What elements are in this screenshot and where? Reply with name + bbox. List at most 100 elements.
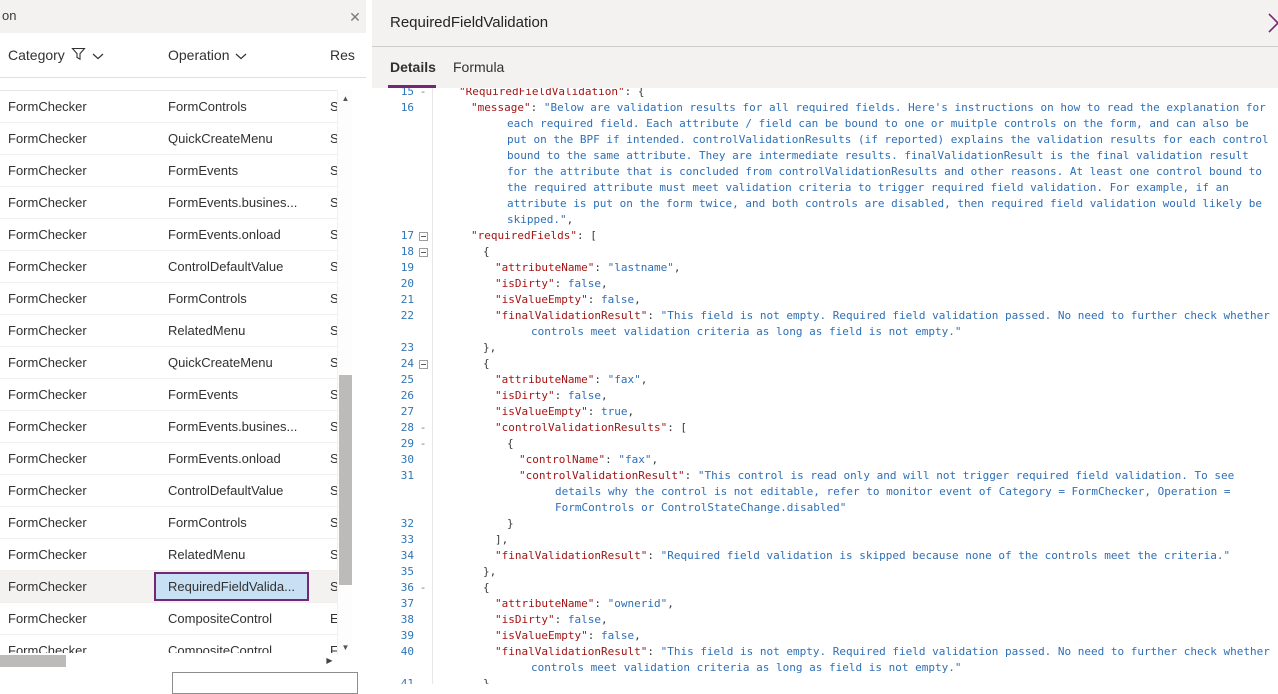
cell-result: S — [330, 155, 337, 186]
code-line: 34"finalValidationResult": "Required fie… — [384, 548, 1278, 564]
code-text: "finalValidationResult": "This field is … — [432, 308, 1278, 324]
cell-result: S — [330, 507, 337, 538]
tab-details[interactable]: Details — [390, 47, 436, 88]
table-row[interactable]: FormCheckerControlDefaultValueS — [0, 251, 337, 283]
line-number: 33 — [384, 532, 414, 548]
table-row[interactable]: FormCheckerFormEventsS — [0, 155, 337, 187]
fold-spacer — [414, 100, 432, 116]
code-text: "attributeName": "fax", — [432, 372, 1278, 388]
code-text: FormControls or ControlStateChange.disab… — [432, 500, 1278, 516]
fold-collapse-icon[interactable]: - — [414, 436, 432, 452]
cell-category: FormChecker — [8, 91, 158, 122]
code-line: 36-{ — [384, 580, 1278, 596]
code-text: "finalValidationResult": "Required field… — [432, 548, 1278, 564]
json-code-viewer[interactable]: 15-"RequiredFieldValidation": {16"messag… — [372, 88, 1278, 684]
code-text: } — [432, 676, 1278, 684]
horizontal-scrollbar[interactable]: ▶ — [0, 653, 337, 669]
table-row[interactable]: FormCheckerFormControlsS — [0, 91, 337, 123]
cell-operation: FormEvents.onload — [168, 443, 330, 474]
operation-text: FormEvents.busines... — [168, 419, 297, 434]
tab-formula[interactable]: Formula — [453, 47, 504, 88]
cell-result: S — [330, 283, 337, 314]
line-number: 30 — [384, 452, 414, 468]
table-row[interactable]: FormCheckerFormEvents.busines...S — [0, 411, 337, 443]
table-row[interactable]: FormCheckerRelatedMenuS — [0, 539, 337, 571]
close-icon[interactable]: ✕ — [346, 8, 364, 26]
operation-text: FormControls — [168, 515, 247, 530]
scroll-right-icon[interactable]: ▶ — [322, 653, 337, 669]
fold-collapse-icon[interactable]: - — [414, 580, 432, 596]
code-line: 38"isDirty": false, — [384, 612, 1278, 628]
code-line: 32} — [384, 516, 1278, 532]
chevron-down-icon[interactable] — [235, 47, 247, 63]
code-text: } — [432, 516, 1278, 532]
table-row[interactable]: FormCheckerCompositeControlE — [0, 603, 337, 635]
line-number: 15 — [384, 88, 414, 100]
fold-collapse-icon[interactable] — [414, 228, 432, 244]
code-line: skipped.", — [384, 212, 1278, 228]
code-line: 37 "attributeName": "ownerid", — [384, 596, 1278, 612]
table-row[interactable]: FormCheckerFormControlsS — [0, 283, 337, 315]
table-row[interactable]: FormCheckerRequiredFieldValida...S — [0, 571, 337, 603]
horizontal-scrollbar-thumb[interactable] — [0, 655, 66, 667]
scroll-up-icon[interactable]: ▲ — [338, 91, 353, 106]
code-line: 26"isDirty": false, — [384, 388, 1278, 404]
chevron-right-icon[interactable] — [1267, 12, 1278, 39]
fold-collapse-icon[interactable]: - — [414, 420, 432, 436]
table-row[interactable]: FormCheckerQuickCreateMenuS — [0, 347, 337, 379]
table-row[interactable]: FormCheckerFormEventsS — [0, 379, 337, 411]
table-row[interactable]: FormCheckerFormEvents.busines...S — [0, 187, 337, 219]
code-line: bound to the same attribute. They are in… — [384, 148, 1278, 164]
vertical-scrollbar-thumb[interactable] — [339, 375, 352, 585]
code-text: "finalValidationResult": "This field is … — [432, 644, 1278, 660]
code-line: 28-"controlValidationResults": [ — [384, 420, 1278, 436]
code-text: "controlValidationResult": "This control… — [432, 468, 1278, 484]
line-number: 32 — [384, 516, 414, 532]
line-number: 25 — [384, 372, 414, 388]
code-line: 24{ — [384, 356, 1278, 372]
fold-spacer — [414, 404, 432, 420]
line-number: 24 — [384, 356, 414, 372]
column-header-category[interactable]: Category — [8, 33, 104, 77]
line-number: 19 — [384, 260, 414, 276]
cell-operation: CompositeControl — [168, 603, 330, 634]
fold-collapse-icon[interactable] — [414, 244, 432, 260]
table-row[interactable]: FormCheckerCompositeControlF — [0, 635, 337, 653]
cell-result: S — [330, 539, 337, 570]
column-header-operation[interactable]: Operation — [168, 33, 247, 77]
code-line: 29-{ — [384, 436, 1278, 452]
code-text: put on the BPF if intended. controlValid… — [432, 132, 1278, 148]
chevron-down-icon[interactable] — [92, 47, 104, 63]
cell-result: S — [330, 123, 337, 154]
table-row[interactable]: FormCheckerQuickCreateMenuS — [0, 123, 337, 155]
line-number: 40 — [384, 644, 414, 660]
table-row[interactable]: FormChecker FormControls S — [0, 507, 337, 539]
code-text: skipped.", — [432, 212, 1278, 228]
code-line: the required attribute must meet validat… — [384, 180, 1278, 196]
line-number: 37 — [384, 596, 414, 612]
fold-collapse-icon[interactable] — [414, 356, 432, 372]
fold-spacer — [414, 660, 432, 676]
cell-category: FormChecker — [8, 283, 158, 314]
selected-operation-cell[interactable]: RequiredFieldValida... — [154, 572, 309, 601]
code-text: "attributeName": "ownerid", — [432, 596, 1278, 612]
fold-spacer — [414, 276, 432, 292]
line-number: 27 — [384, 404, 414, 420]
fold-collapse-icon[interactable]: - — [414, 88, 432, 100]
filter-icon[interactable] — [71, 47, 86, 64]
line-number: 17 — [384, 228, 414, 244]
column-header-result[interactable]: Res — [330, 33, 366, 77]
table-row[interactable]: FormCheckerControlDefaultValueS — [0, 475, 337, 507]
vertical-scrollbar[interactable]: ▲ ▼ — [337, 90, 352, 655]
bottom-input-box[interactable] — [172, 672, 358, 694]
cell-category: FormChecker — [8, 507, 158, 538]
code-line: for the attribute that is concluded from… — [384, 164, 1278, 180]
scroll-down-icon[interactable]: ▼ — [338, 640, 353, 655]
clipped-title-text: on — [2, 8, 16, 23]
table-row[interactable]: FormCheckerFormEvents.onloadS — [0, 443, 337, 475]
table-row[interactable]: FormCheckerRelatedMenuS — [0, 315, 337, 347]
detail-panel-header: RequiredFieldValidation — [372, 0, 1278, 47]
fold-spacer — [414, 628, 432, 644]
table-row[interactable]: FormCheckerFormEvents.onloadS — [0, 219, 337, 251]
cell-operation: FormEvents.busines... — [168, 411, 330, 442]
